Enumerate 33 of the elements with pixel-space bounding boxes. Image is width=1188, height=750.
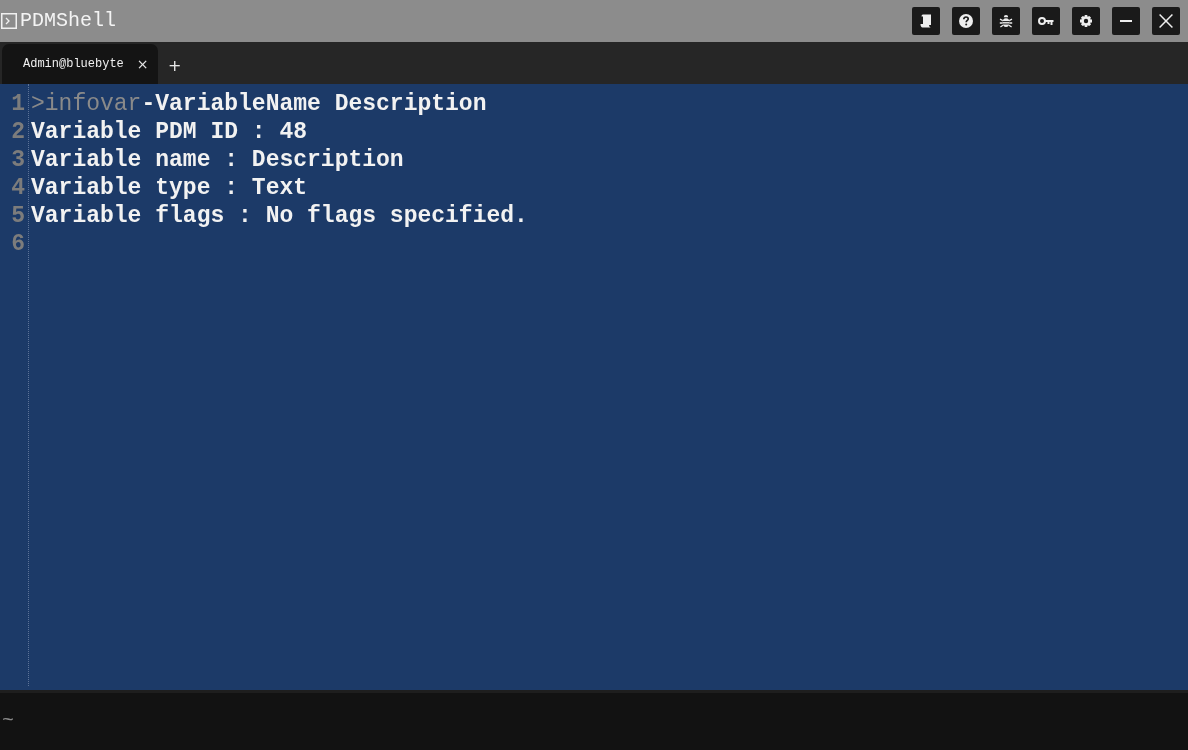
console-prompt: ~ <box>2 709 14 732</box>
line-number: 5 <box>10 202 26 230</box>
output-line: -VariableName Description <box>141 91 487 117</box>
help-button[interactable] <box>952 7 980 35</box>
output-line: Variable flags : No flags specified. <box>31 203 528 229</box>
terminal-icon <box>1 13 17 29</box>
command-text: >infovar <box>31 91 142 117</box>
minimize-button[interactable] <box>1112 7 1140 35</box>
line-number: 1 <box>10 90 26 118</box>
new-tab-button[interactable]: + <box>168 44 182 84</box>
script-button[interactable] <box>912 7 940 35</box>
line-number: 3 <box>10 146 26 174</box>
line-number: 2 <box>10 118 26 146</box>
close-button[interactable] <box>1152 7 1180 35</box>
bug-icon <box>999 14 1013 28</box>
line-number: 6 <box>10 230 26 258</box>
close-icon <box>1159 14 1173 28</box>
settings-button[interactable] <box>1072 7 1100 35</box>
key-button[interactable] <box>1032 7 1060 35</box>
tab-close-button[interactable]: × <box>136 56 149 72</box>
output-line: Variable type : Text <box>31 175 308 201</box>
key-icon <box>1038 16 1054 26</box>
settings-icon <box>1079 14 1093 28</box>
output-line: Variable PDM ID : 48 <box>31 119 308 145</box>
window-title: PDMShell <box>20 9 116 33</box>
line-number: 4 <box>10 174 26 202</box>
session-tab[interactable]: Admin@bluebyte × <box>2 44 158 84</box>
debug-button[interactable] <box>992 7 1020 35</box>
help-icon <box>959 14 973 28</box>
tab-label: Admin@bluebyte <box>23 56 124 72</box>
output-line: Variable name : Description <box>31 147 404 173</box>
scroll-icon <box>919 14 933 28</box>
minimize-icon <box>1120 20 1132 22</box>
